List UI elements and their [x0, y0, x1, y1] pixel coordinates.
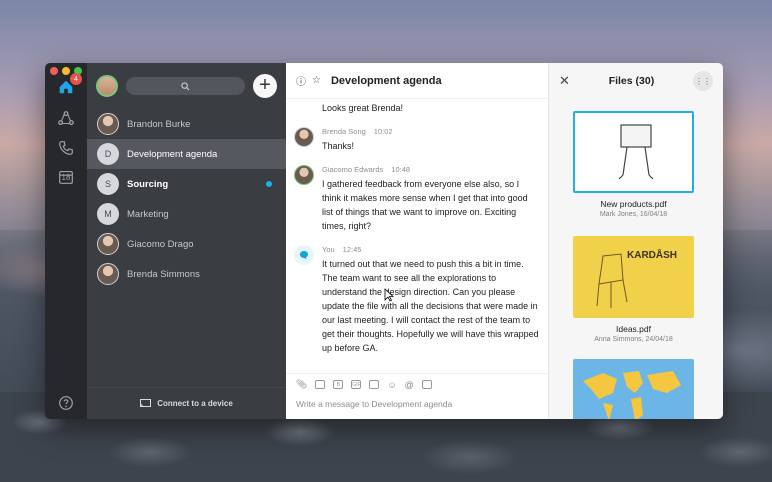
screenshot-icon[interactable]: [315, 380, 326, 389]
attach-icon[interactable]: 📎︎: [296, 379, 307, 390]
avatar: [294, 127, 314, 147]
file-name: New products.pdf: [600, 199, 667, 209]
search-input[interactable]: [126, 77, 245, 95]
cast-icon: [140, 399, 152, 407]
chat-panel: ⓘ ☆ Development agenda Looks great Brend…: [286, 63, 549, 419]
file-card[interactable]: KARDÅSH Ideas.pdf Anna Simmons, 24/04/18: [573, 236, 694, 343]
whiteboard-icon[interactable]: [421, 380, 432, 389]
home-badge: 4: [70, 73, 82, 85]
star-icon[interactable]: ☆: [312, 75, 321, 86]
phone-icon[interactable]: [56, 138, 76, 158]
info-icon[interactable]: ⓘ: [296, 73, 306, 88]
teams-icon[interactable]: [56, 109, 76, 129]
files-panel: ✕ Files (30) ⋮⋮ New products.pdf Mark Jo…: [549, 63, 723, 419]
message-author: You: [322, 245, 335, 254]
files-header: ✕ Files (30) ⋮⋮: [549, 63, 723, 99]
message: You 12:45 It turned out that we need to p…: [294, 245, 540, 355]
avatar: [97, 233, 119, 255]
chair-sketch-icon: [596, 253, 628, 308]
sidebar-item-brandon-burke[interactable]: Brandon Burke: [87, 109, 286, 139]
app-window: 4 18 + Brandon Burke D Development agend…: [45, 63, 723, 419]
avatar: S: [97, 173, 119, 195]
close-window-button[interactable]: [50, 67, 58, 75]
sidebar-item-label: Sourcing: [127, 178, 169, 190]
sidebar-item-sourcing[interactable]: S Sourcing: [87, 169, 286, 199]
avatar-spacer: [294, 101, 314, 115]
my-avatar[interactable]: [96, 75, 118, 97]
grid-view-icon[interactable]: ⋮⋮: [693, 71, 713, 91]
sidebar-item-label: Giacomo Drago: [127, 238, 194, 250]
message: Brenda Song 10:02 Thanks!: [294, 127, 540, 153]
file-card[interactable]: New products.pdf Mark Jones, 16/04/18: [573, 111, 694, 218]
message: Looks great Brenda!: [294, 101, 540, 115]
connect-device-button[interactable]: Connect to a device: [87, 387, 286, 419]
avatar: D: [97, 143, 119, 165]
avatar: [97, 113, 119, 135]
sidebar-item-giacomo-drago[interactable]: Giacomo Drago: [87, 229, 286, 259]
message-text: I gathered feedback from everyone else a…: [322, 179, 528, 231]
files-title: Files (30): [608, 75, 655, 87]
message-text: Looks great Brenda!: [322, 103, 404, 113]
message-time: 10:02: [373, 127, 393, 136]
sidebar-item-brenda-simmons[interactable]: Brenda Simmons: [87, 259, 286, 289]
calendar-day: 18: [61, 173, 71, 182]
avatar: M: [97, 203, 119, 225]
search-icon: [181, 81, 190, 90]
message: Giacomo Edwards 10:48 I gathered feedback…: [294, 165, 540, 233]
chat-title: Development agenda: [330, 74, 442, 87]
nav-rail: 4 18: [45, 63, 87, 419]
markdown-icon[interactable]: B: [333, 380, 344, 389]
add-space-button[interactable]: +: [253, 74, 277, 98]
message-author: Giacomo Edwards: [322, 165, 384, 174]
message-text: It turned out that we need to push this …: [322, 259, 539, 353]
help-icon[interactable]: [56, 393, 76, 413]
chat-bubble-icon: [294, 245, 314, 265]
file-meta: Mark Jones, 16/04/18: [599, 211, 668, 218]
close-icon[interactable]: ✕: [559, 73, 570, 89]
avatar: [97, 263, 119, 285]
sidebar-item-label: Brenda Simmons: [127, 268, 200, 280]
calendar-icon[interactable]: 18: [56, 167, 76, 187]
avatar: [294, 165, 314, 185]
sidebar-item-label: Brandon Burke: [127, 118, 191, 130]
sidebar-item-development-agenda[interactable]: D Development agenda: [87, 139, 286, 169]
file-thumbnail: KARDÅSH: [573, 236, 694, 318]
document-icon[interactable]: [369, 380, 380, 389]
whiteboard-thumbnail-icon: [618, 124, 654, 180]
mention-icon[interactable]: @: [405, 380, 414, 390]
thumbnail-title: KARDÅSH: [627, 250, 677, 261]
mouse-cursor-icon: [384, 288, 394, 302]
sidebar-item-marketing[interactable]: M Marketing: [87, 199, 286, 229]
file-thumbnail: [573, 359, 694, 419]
sidebar-item-label: Development agenda: [127, 148, 218, 160]
composer-toolbar: 📎︎ B GIF ☺ @: [286, 373, 548, 390]
chat-header: ⓘ ☆ Development agenda: [286, 63, 548, 99]
message-time: 10:48: [391, 165, 411, 174]
home-icon[interactable]: 4: [56, 73, 82, 97]
file-card[interactable]: [573, 359, 694, 419]
message-input[interactable]: Write a message to Development agenda: [296, 399, 538, 409]
message-time: 12:45: [342, 245, 362, 254]
minimize-window-button[interactable]: [62, 67, 70, 75]
gif-icon[interactable]: GIF: [351, 380, 362, 389]
file-thumbnail: [573, 111, 694, 193]
spaces-header: +: [87, 63, 286, 109]
world-map-icon: [583, 371, 681, 419]
sidebar-item-label: Marketing: [127, 208, 169, 220]
message-author: Brenda Song: [322, 127, 366, 136]
file-name: Ideas.pdf: [616, 324, 651, 334]
message-list: Looks great Brenda! Brenda Song 10:02 Tha…: [286, 99, 548, 367]
unread-indicator: [266, 181, 272, 187]
message-text: Thanks!: [322, 141, 355, 151]
emoji-icon[interactable]: ☺: [387, 380, 396, 390]
file-meta: Anna Simmons, 24/04/18: [594, 336, 673, 343]
spaces-panel: + Brandon Burke D Development agenda S S…: [87, 63, 286, 419]
connect-device-label: Connect to a device: [157, 399, 233, 408]
